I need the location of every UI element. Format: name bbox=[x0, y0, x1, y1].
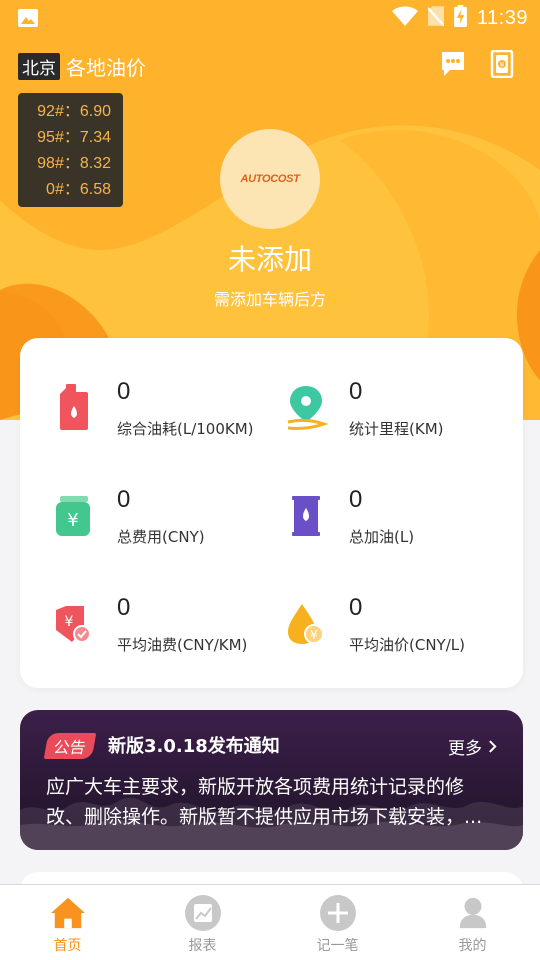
car-hint: 需添加车辆后方 bbox=[213, 290, 326, 309]
tab-mine[interactable]: 我的 bbox=[405, 885, 540, 960]
city-price-selector[interactable]: 北京 各地油价 bbox=[18, 52, 146, 81]
image-notification-icon bbox=[18, 9, 38, 27]
svg-text:¥: ¥ bbox=[65, 614, 74, 630]
stat-value: 0 bbox=[117, 378, 131, 405]
tab-report[interactable]: 报表 bbox=[135, 885, 270, 960]
stat-value: 0 bbox=[117, 486, 131, 513]
svg-text:¥: ¥ bbox=[67, 510, 78, 531]
more-label: 更多 bbox=[448, 739, 482, 759]
fuel-drop-icon: ¥ bbox=[284, 600, 328, 648]
stat-label: 平均油费(CNY/KM) bbox=[117, 636, 248, 654]
tab-label: 首页 bbox=[53, 938, 82, 954]
tab-label: 我的 bbox=[458, 938, 487, 954]
tab-home[interactable]: 首页 bbox=[0, 885, 135, 960]
city-badge[interactable]: 北京 bbox=[18, 53, 60, 80]
fuel-can-icon bbox=[52, 384, 96, 432]
stat-mileage[interactable]: 0 统计里程(KM) bbox=[284, 378, 524, 458]
notice-more-link[interactable]: 更多 bbox=[448, 734, 497, 759]
tab-add-record[interactable]: 记一笔 bbox=[270, 885, 405, 960]
tab-label: 记一笔 bbox=[316, 938, 359, 954]
stat-avg-cost[interactable]: ¥ 0 平均油费(CNY/KM) bbox=[52, 594, 292, 674]
stats-card: 0 综合油耗(L/100KM) 0 统计里程(KM) ¥ 0 总费用(CNY) … bbox=[20, 338, 523, 688]
location-pin-icon bbox=[284, 384, 329, 432]
message-icon[interactable] bbox=[440, 50, 466, 78]
fuel-price-0: 0#：6.58 bbox=[46, 181, 111, 198]
home-icon bbox=[48, 893, 88, 933]
stat-fuel-consumption[interactable]: 0 综合油耗(L/100KM) bbox=[52, 378, 292, 458]
car-name[interactable]: 未添加 bbox=[0, 238, 540, 278]
stat-value: 0 bbox=[117, 594, 131, 621]
notice-banner[interactable]: 公告 新版3.0.18发布通知 更多 应广大车主要求，新版开放各项费用统计记录的… bbox=[20, 710, 523, 850]
plus-icon bbox=[318, 893, 358, 933]
bottom-tab-bar: 首页 报表 记一笔 我的 bbox=[0, 884, 540, 960]
fuel-price-98: 98#：8.32 bbox=[37, 155, 111, 172]
notebook-icon[interactable]: ¥ bbox=[490, 49, 516, 79]
chart-icon bbox=[183, 893, 223, 933]
fuel-price-92: 92#：6.90 bbox=[37, 103, 111, 120]
oil-barrel-icon bbox=[284, 492, 328, 540]
money-tag-icon: ¥ bbox=[52, 600, 96, 648]
fuel-price-95: 95#：7.34 bbox=[37, 129, 111, 146]
fuel-price-tooltip: 92#：6.90 95#：7.34 98#：8.32 0#：6.58 bbox=[18, 93, 123, 207]
stat-label: 统计里程(KM) bbox=[349, 420, 444, 438]
wifi-icon bbox=[391, 6, 418, 30]
user-icon bbox=[453, 893, 493, 933]
stat-value: 0 bbox=[349, 378, 363, 405]
money-jar-icon: ¥ bbox=[52, 492, 96, 540]
fuel-price-title[interactable]: 各地油价 bbox=[66, 52, 146, 81]
stat-value: 0 bbox=[349, 594, 363, 621]
chevron-right-icon bbox=[489, 740, 497, 753]
status-time: 11:39 bbox=[476, 6, 528, 29]
svg-text:¥: ¥ bbox=[500, 61, 505, 69]
stat-avg-price[interactable]: ¥ 0 平均油价(CNY/L) bbox=[284, 594, 524, 674]
stat-label: 平均油价(CNY/L) bbox=[349, 636, 465, 654]
notice-body: 应广大车主要求，新版开放各项费用统计记录的修改、删除操作。新版暂不提供应用市场下… bbox=[46, 776, 483, 828]
notice-title: 新版3.0.18发布通知 bbox=[108, 736, 280, 757]
battery-charging-icon bbox=[454, 5, 467, 31]
no-sim-icon bbox=[427, 6, 445, 30]
stat-label: 综合油耗(L/100KM) bbox=[117, 420, 254, 438]
svg-text:¥: ¥ bbox=[310, 628, 318, 642]
header-actions: ¥ bbox=[440, 49, 516, 79]
tab-label: 报表 bbox=[188, 938, 217, 954]
status-bar: 11:39 bbox=[0, 0, 540, 36]
stat-value: 0 bbox=[349, 486, 363, 513]
stat-label: 总费用(CNY) bbox=[117, 528, 205, 546]
stat-label: 总加油(L) bbox=[349, 528, 415, 546]
notice-tag: 公告 bbox=[43, 733, 97, 759]
stat-total-cost[interactable]: ¥ 0 总费用(CNY) bbox=[52, 486, 292, 566]
autocost-logo: AUTOCOST bbox=[240, 173, 300, 185]
car-avatar[interactable]: AUTOCOST bbox=[220, 129, 320, 229]
stat-total-fuel[interactable]: 0 总加油(L) bbox=[284, 486, 524, 566]
